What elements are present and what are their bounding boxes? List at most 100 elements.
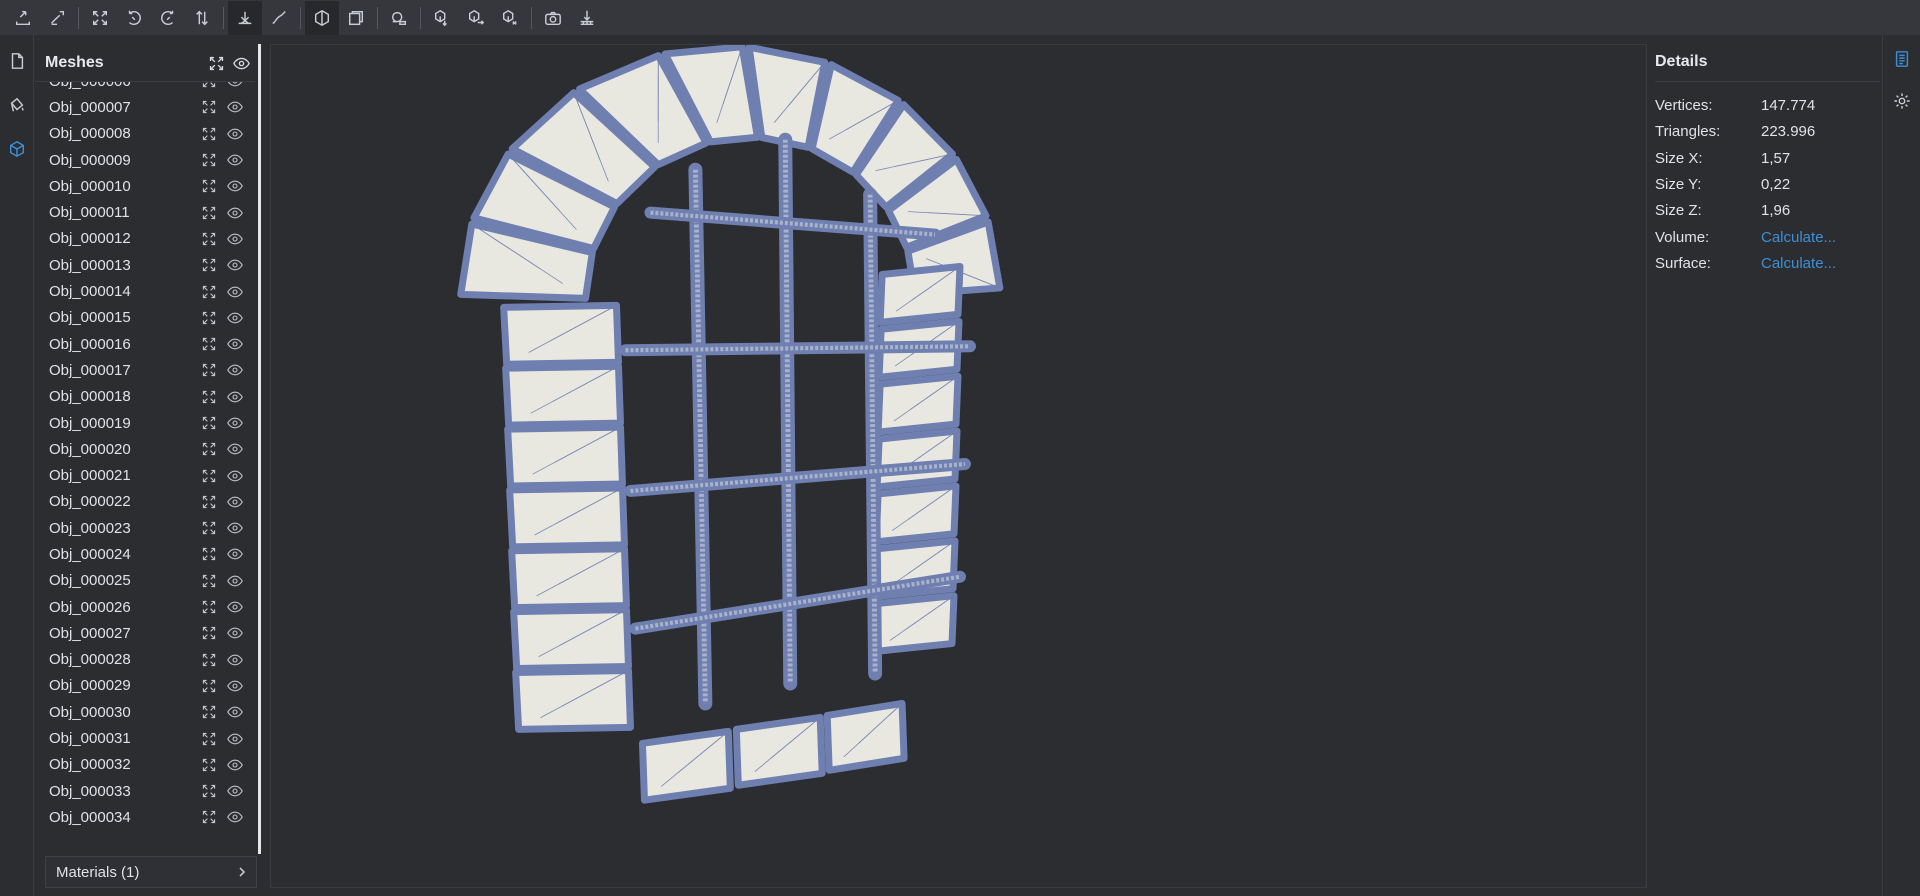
materials-section[interactable]: Materials (1) (45, 856, 257, 888)
visibility-eye-icon[interactable] (225, 176, 245, 196)
screenshot-icon[interactable] (536, 1, 570, 35)
mesh-list-item[interactable]: Obj_000030 (35, 699, 255, 725)
visibility-eye-icon[interactable] (225, 571, 245, 591)
cube-right-icon[interactable] (459, 1, 493, 35)
visibility-eye-icon[interactable] (225, 544, 245, 564)
focus-mesh-icon[interactable] (199, 623, 219, 643)
focus-mesh-icon[interactable] (199, 82, 219, 91)
visibility-eye-icon[interactable] (225, 623, 245, 643)
focus-mesh-icon[interactable] (199, 781, 219, 801)
visibility-eye-icon[interactable] (225, 597, 245, 617)
focus-mesh-icon[interactable] (199, 334, 219, 354)
focus-mesh-icon[interactable] (199, 492, 219, 512)
mesh-list-item[interactable]: Obj_000012 (35, 226, 255, 252)
mesh-list-item[interactable]: Obj_000014 (35, 278, 255, 304)
visibility-eye-icon[interactable] (225, 124, 245, 144)
focus-mesh-icon[interactable] (199, 518, 219, 538)
settings-gear-icon[interactable] (1883, 83, 1920, 119)
visibility-eye-icon[interactable] (225, 439, 245, 459)
focus-mesh-icon[interactable] (199, 597, 219, 617)
details-doc-icon[interactable] (1883, 41, 1920, 77)
visibility-eye-icon[interactable] (225, 203, 245, 223)
focus-mesh-icon[interactable] (199, 255, 219, 275)
visibility-eye-icon[interactable] (225, 150, 245, 170)
focus-mesh-icon[interactable] (199, 702, 219, 722)
visibility-eye-icon[interactable] (225, 413, 245, 433)
mesh-list-item[interactable]: Obj_000019 (35, 410, 255, 436)
mesh-list-item[interactable]: Obj_000006 (35, 82, 255, 94)
focus-mesh-icon[interactable] (199, 97, 219, 117)
mesh-list-item[interactable]: Obj_000009 (35, 147, 255, 173)
focus-mesh-icon[interactable] (199, 544, 219, 564)
paint-bucket-icon[interactable] (0, 87, 34, 123)
mesh-list-item[interactable]: Obj_000018 (35, 384, 255, 410)
focus-mesh-icon[interactable] (199, 229, 219, 249)
visibility-eye-icon[interactable] (225, 387, 245, 407)
calculate-link[interactable]: Calculate... (1761, 255, 1836, 272)
visibility-eye-icon[interactable] (225, 97, 245, 117)
fit-view-icon[interactable] (83, 1, 117, 35)
focus-mesh-icon[interactable] (199, 308, 219, 328)
mesh-list-item[interactable]: Obj_000021 (35, 462, 255, 488)
visibility-eye-icon[interactable] (225, 702, 245, 722)
expand-all-icon[interactable] (205, 52, 227, 74)
mesh-list-item[interactable]: Obj_000025 (35, 568, 255, 594)
focus-mesh-icon[interactable] (199, 124, 219, 144)
floor-icon[interactable] (570, 1, 604, 35)
visibility-eye-icon[interactable] (225, 334, 245, 354)
meshes-cube-icon[interactable] (0, 131, 34, 167)
focus-mesh-icon[interactable] (199, 150, 219, 170)
mesh-list-item[interactable]: Obj_000031 (35, 725, 255, 751)
orbit-icon[interactable] (382, 1, 416, 35)
overlay-icon[interactable] (339, 1, 373, 35)
focus-mesh-icon[interactable] (199, 439, 219, 459)
visibility-eye-icon[interactable] (225, 466, 245, 486)
mesh-list-item[interactable]: Obj_000032 (35, 752, 255, 778)
visibility-eye-icon[interactable] (225, 650, 245, 670)
draw-path-icon[interactable] (262, 1, 296, 35)
mesh-list-item[interactable]: Obj_000013 (35, 252, 255, 278)
mesh-list-item[interactable]: Obj_000033 (35, 778, 255, 804)
mesh-list-item[interactable]: Obj_000007 (35, 94, 255, 120)
visibility-eye-icon[interactable] (225, 282, 245, 302)
focus-mesh-icon[interactable] (199, 729, 219, 749)
focus-mesh-icon[interactable] (199, 755, 219, 775)
mesh-list-item[interactable]: Obj_000023 (35, 515, 255, 541)
visibility-eye-icon[interactable] (225, 518, 245, 538)
mesh-list-item[interactable]: Obj_000010 (35, 173, 255, 199)
cube-down-icon[interactable] (425, 1, 459, 35)
calculate-link[interactable]: Calculate... (1761, 229, 1836, 246)
mesh-list-item[interactable]: Obj_000016 (35, 331, 255, 357)
mesh-list-item[interactable]: Obj_000011 (35, 199, 255, 225)
file-icon[interactable] (0, 43, 34, 79)
mesh-list-item[interactable]: Obj_000008 (35, 121, 255, 147)
mesh-list-item[interactable]: Obj_000028 (35, 647, 255, 673)
rotate-right-icon[interactable] (151, 1, 185, 35)
focus-mesh-icon[interactable] (199, 676, 219, 696)
rotate-left-icon[interactable] (117, 1, 151, 35)
focus-mesh-icon[interactable] (199, 176, 219, 196)
visibility-eye-icon[interactable] (225, 807, 245, 827)
mesh-list-item[interactable]: Obj_000015 (35, 305, 255, 331)
focus-mesh-icon[interactable] (199, 413, 219, 433)
visibility-eye-icon[interactable] (225, 729, 245, 749)
focus-mesh-icon[interactable] (199, 387, 219, 407)
focus-mesh-icon[interactable] (199, 650, 219, 670)
visibility-eye-icon[interactable] (225, 308, 245, 328)
visibility-eye-icon[interactable] (225, 781, 245, 801)
pivot-icon[interactable] (228, 0, 262, 35)
visibility-eye-icon[interactable] (225, 676, 245, 696)
mesh-list-item[interactable]: Obj_000017 (35, 357, 255, 383)
mesh-list-item[interactable]: Obj_000026 (35, 594, 255, 620)
focus-mesh-icon[interactable] (199, 360, 219, 380)
mesh-list-scrollbar[interactable] (258, 44, 261, 854)
visibility-eye-icon[interactable] (225, 82, 245, 91)
mesh-list[interactable]: Obj_000006 Obj_000007 Obj_000008 Obj_000009… (35, 81, 255, 880)
mesh-list-item[interactable]: Obj_000027 (35, 620, 255, 646)
import-icon[interactable] (6, 1, 40, 35)
visibility-eye-icon[interactable] (225, 755, 245, 775)
show-all-eye-icon[interactable] (230, 52, 252, 74)
focus-mesh-icon[interactable] (199, 203, 219, 223)
flip-icon[interactable] (185, 1, 219, 35)
cube-side-icon[interactable] (493, 1, 527, 35)
